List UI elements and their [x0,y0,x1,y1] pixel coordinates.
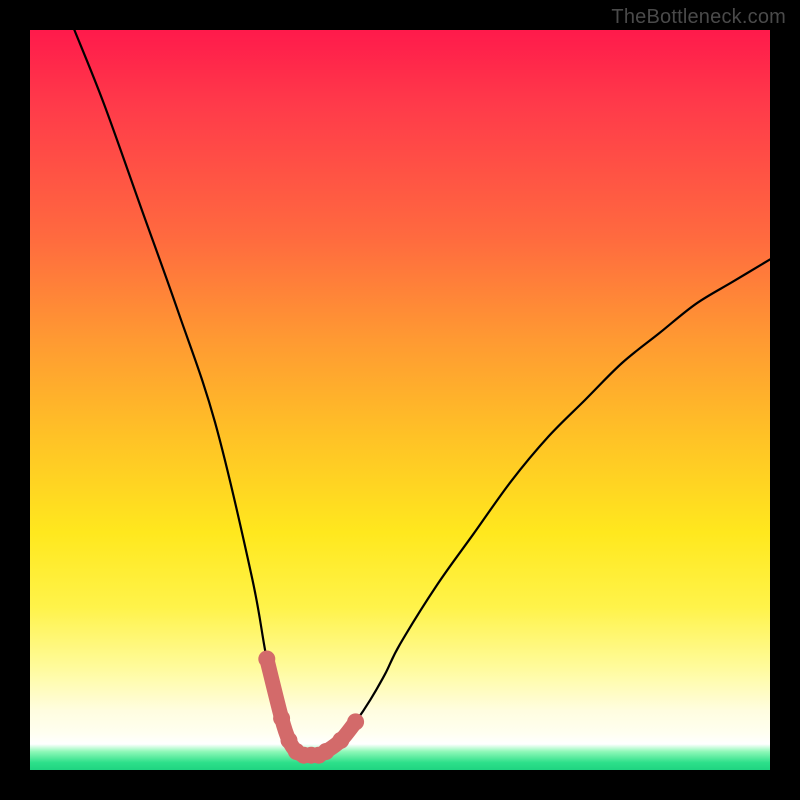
marker-group [258,651,364,764]
marker-dot [332,732,349,749]
marker-dot [273,710,290,727]
curve-svg [30,30,770,770]
marker-dot [258,651,275,668]
marker-dot [347,713,364,730]
chart-frame: TheBottleneck.com [0,0,800,800]
marker-dot [318,743,335,760]
bottleneck-curve [74,30,770,755]
watermark-label: TheBottleneck.com [611,6,786,29]
plot-area [30,30,770,770]
